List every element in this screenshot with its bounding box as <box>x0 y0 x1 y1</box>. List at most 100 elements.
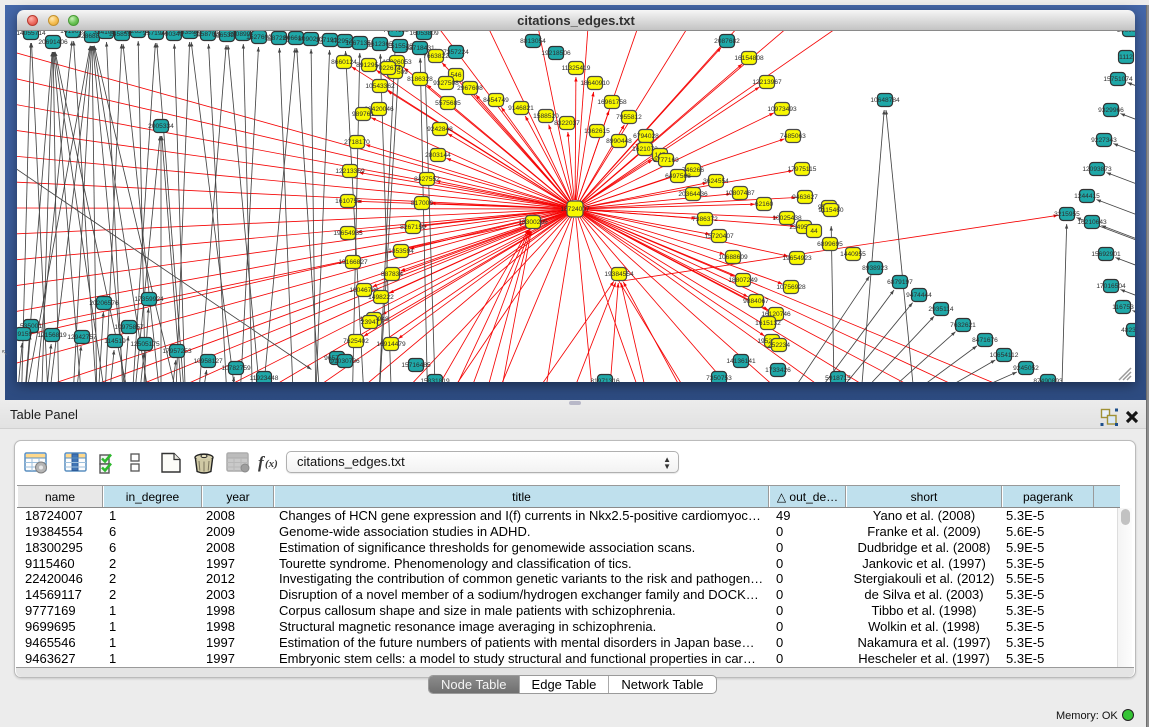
svg-text:62160: 62160 <box>755 201 774 208</box>
svg-text:10958127: 10958127 <box>193 358 223 365</box>
svg-text:8813054: 8813054 <box>520 38 546 45</box>
svg-text:19654923: 19654923 <box>782 255 812 262</box>
svg-text:10688609: 10688609 <box>718 254 748 261</box>
svg-text:18724007: 18724007 <box>560 206 590 213</box>
svg-text:12505175: 12505175 <box>130 341 160 348</box>
svg-text:116753: 116753 <box>1112 304 1134 311</box>
svg-text:8660124: 8660124 <box>331 59 357 66</box>
svg-text:9329966: 9329966 <box>1098 107 1124 114</box>
svg-text:1610755: 1610755 <box>335 198 361 205</box>
svg-text:19166827: 19166827 <box>338 259 368 266</box>
svg-text:2005334: 2005334 <box>148 123 174 130</box>
svg-text:10973493: 10973493 <box>767 106 797 113</box>
svg-text:11923448: 11923448 <box>250 375 279 382</box>
svg-text:12093873: 12093873 <box>1082 166 1112 173</box>
svg-text:17016504: 17016504 <box>1096 283 1126 290</box>
svg-text:7955812: 7955812 <box>616 114 642 121</box>
svg-text:6879197: 6879197 <box>887 279 913 286</box>
svg-text:17359924: 17359924 <box>134 296 164 303</box>
svg-text:16210643: 16210643 <box>1077 219 1107 226</box>
svg-text:12156819: 12156819 <box>37 332 67 339</box>
svg-text:3215955: 3215955 <box>1054 211 1080 218</box>
svg-text:16914479: 16914479 <box>376 341 406 348</box>
svg-text:8267150: 8267150 <box>400 224 426 231</box>
svg-text:2166941: 2166941 <box>1117 31 1135 34</box>
svg-text:8322037: 8322037 <box>554 120 580 127</box>
svg-text:7350753: 7350753 <box>706 375 732 382</box>
svg-text:2087682: 2087682 <box>714 38 740 45</box>
svg-text:9463627: 9463627 <box>792 194 818 201</box>
svg-text:7625402: 7625402 <box>343 338 369 345</box>
svg-text:1498222: 1498222 <box>368 294 394 301</box>
svg-text:252234: 252234 <box>768 342 790 349</box>
svg-text:19654985: 19654985 <box>333 230 363 237</box>
svg-text:7022674: 7022674 <box>375 65 401 72</box>
svg-text:20206576: 20206576 <box>89 300 119 307</box>
svg-text:9474444: 9474444 <box>906 292 932 299</box>
svg-text:10782759: 10782759 <box>221 365 251 372</box>
svg-text:6497568: 6497568 <box>665 173 691 180</box>
svg-text:10756928: 10756928 <box>776 284 806 291</box>
svg-text:989761: 989761 <box>352 111 374 118</box>
svg-text:2967608: 2967608 <box>457 85 483 92</box>
svg-text:15831819: 15831819 <box>420 378 450 382</box>
svg-text:1615132: 1615132 <box>755 320 781 327</box>
svg-text:10654112: 10654112 <box>990 352 1019 359</box>
svg-text:16154808: 16154808 <box>734 55 764 62</box>
svg-text:14136141: 14136141 <box>726 358 756 365</box>
svg-text:10648784: 10648784 <box>870 97 900 104</box>
svg-text:7374122: 7374122 <box>383 31 409 34</box>
svg-text:4823498: 4823498 <box>1121 327 1135 334</box>
svg-text:817006: 817006 <box>411 200 433 207</box>
svg-text:(x): (x) <box>265 458 278 470</box>
svg-text:87490893: 87490893 <box>1033 378 1063 382</box>
svg-text:18640910: 18640910 <box>580 80 610 87</box>
svg-text:7485063: 7485063 <box>780 133 806 140</box>
svg-text:1244415: 1244415 <box>1074 193 1100 200</box>
svg-text:10975857: 10975857 <box>114 324 144 331</box>
svg-text:12213369: 12213369 <box>335 168 365 175</box>
svg-text:1440955: 1440955 <box>840 251 866 258</box>
svg-text:12942757: 12942757 <box>67 334 97 341</box>
svg-text:7632621: 7632621 <box>950 322 976 329</box>
svg-text:1733426: 1733426 <box>765 367 791 374</box>
svg-text:15716485: 15716485 <box>401 362 431 369</box>
svg-text:20364436: 20364436 <box>678 191 708 198</box>
svg-text:23947: 23947 <box>361 319 380 326</box>
svg-text:9227343: 9227343 <box>1091 137 1117 144</box>
svg-text:887834: 887834 <box>381 271 403 278</box>
svg-text:7386372: 7386372 <box>692 216 718 223</box>
svg-text:9146821: 9146821 <box>508 105 534 112</box>
svg-text:8938923: 8938923 <box>862 265 888 272</box>
svg-text:5575685: 5575685 <box>435 100 461 107</box>
svg-text:2803144: 2803144 <box>425 152 451 159</box>
svg-text:114519: 114519 <box>104 338 126 345</box>
svg-text:18300295: 18300295 <box>518 219 548 226</box>
svg-text:9777169: 9777169 <box>653 157 679 164</box>
svg-text:44: 44 <box>810 228 818 235</box>
svg-text:20691406: 20691406 <box>38 39 68 46</box>
svg-text:18807249: 18807249 <box>728 277 758 284</box>
svg-text:16053809: 16053809 <box>409 31 439 37</box>
svg-text:8427552: 8427552 <box>414 176 440 183</box>
svg-text:2935114: 2935114 <box>928 306 954 313</box>
svg-text:12213967: 12213967 <box>752 79 782 86</box>
svg-text:10807487: 10807487 <box>725 190 755 197</box>
svg-text:3624554: 3624554 <box>703 178 729 185</box>
svg-text:14055714: 14055714 <box>17 31 46 37</box>
svg-text:8990448: 8990448 <box>606 138 632 145</box>
svg-text:8454749: 8454749 <box>483 97 509 104</box>
svg-text:9245052: 9245052 <box>1013 365 1039 372</box>
svg-text:5918715: 5918715 <box>825 375 851 382</box>
svg-text:8186328: 8186328 <box>407 76 433 83</box>
svg-text:1353594: 1353594 <box>388 248 414 255</box>
svg-text:1588520: 1588520 <box>533 113 559 120</box>
svg-text:10543362: 10543362 <box>365 83 395 90</box>
svg-text:19384554: 19384554 <box>604 271 634 278</box>
svg-text:9884067: 9884067 <box>743 298 769 305</box>
svg-text:9115460: 9115460 <box>818 207 844 214</box>
svg-text:17957253: 17957253 <box>162 348 192 355</box>
svg-text:11325419: 11325419 <box>562 65 591 72</box>
svg-text:39159: 39159 <box>17 331 32 338</box>
svg-text:1112: 1112 <box>1119 54 1133 61</box>
